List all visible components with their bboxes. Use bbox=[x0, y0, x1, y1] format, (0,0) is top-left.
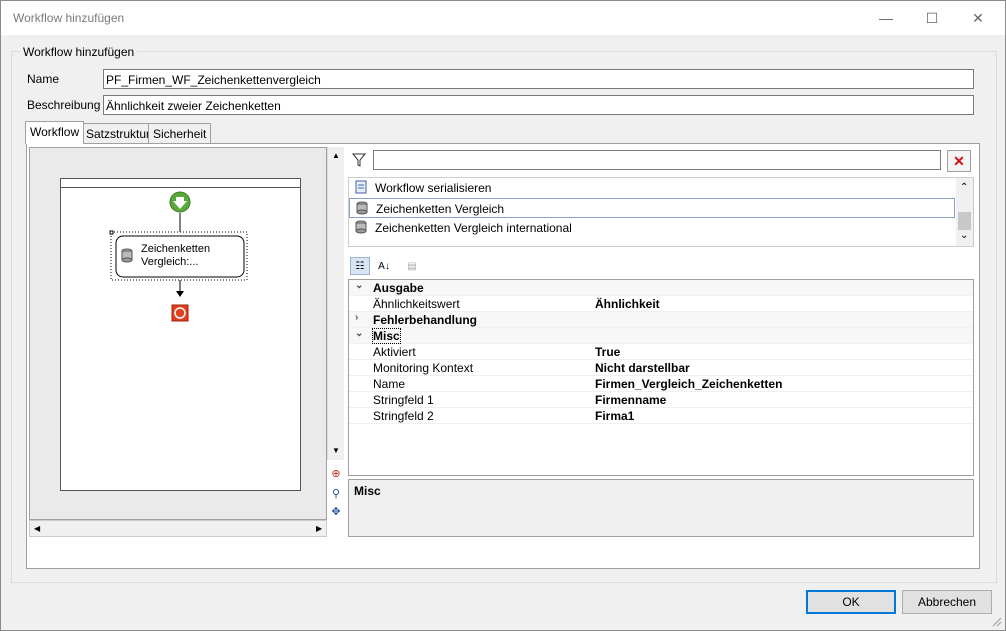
categorized-icon[interactable]: ☷ bbox=[350, 257, 370, 275]
name-label: Name bbox=[27, 72, 60, 86]
property-row[interactable]: Name Firmen_Vergleich_Zeichenketten bbox=[349, 376, 973, 392]
cancel-button[interactable]: Abbrechen bbox=[902, 590, 992, 614]
window-title: Workflow hinzufügen bbox=[13, 11, 125, 25]
pan-icon[interactable]: ✥ bbox=[329, 505, 343, 519]
binoculars-icon[interactable]: ⚲ bbox=[329, 487, 343, 501]
list-item-label: Zeichenketten Vergleich bbox=[376, 202, 505, 216]
connector-arrowhead bbox=[176, 291, 184, 297]
activity-label-line1: Zeichenketten bbox=[141, 243, 211, 255]
groupbox-legend: Workflow hinzufügen bbox=[20, 45, 138, 59]
property-pages-icon[interactable]: ▤ bbox=[402, 257, 422, 275]
property-grid-toolbar: ☷ A↓ ▤ bbox=[348, 253, 974, 279]
minimize-button[interactable]: — bbox=[863, 1, 909, 35]
selection-handle[interactable] bbox=[109, 230, 114, 235]
filter-icon bbox=[352, 153, 366, 167]
designer-vertical-scrollbar[interactable]: ▲ ▼ bbox=[327, 147, 344, 460]
document-icon bbox=[355, 180, 367, 194]
name-input[interactable]: PF_Firmen_WF_Zeichenkettenvergleich bbox=[103, 69, 974, 89]
property-row[interactable]: Stringfeld 2 Firma1 bbox=[349, 408, 973, 424]
zoom-icon[interactable]: ⊕ bbox=[329, 467, 343, 481]
start-arrow-icon[interactable] bbox=[169, 191, 191, 213]
collapse-icon[interactable]: ⌄ bbox=[355, 328, 363, 339]
property-row[interactable]: Aktiviert True bbox=[349, 344, 973, 360]
scroll-right-icon[interactable]: ▶ bbox=[316, 524, 322, 533]
stop-icon[interactable] bbox=[171, 304, 189, 322]
property-row[interactable]: Stringfeld 1 Firmenname bbox=[349, 392, 973, 408]
workflow-diagram bbox=[109, 191, 248, 322]
database-icon bbox=[121, 248, 133, 263]
property-category-misc[interactable]: ⌄ Misc bbox=[349, 328, 973, 344]
close-icon: ✕ bbox=[972, 9, 984, 26]
property-row[interactable]: Monitoring Kontext Nicht darstellbar bbox=[349, 360, 973, 376]
maximize-button[interactable]: ☐ bbox=[909, 1, 955, 35]
property-row[interactable]: Ähnlichkeitswert Ähnlichkeit bbox=[349, 296, 973, 312]
list-item-label: Zeichenketten Vergleich international bbox=[375, 221, 572, 235]
database-icon bbox=[356, 201, 368, 215]
scroll-up-icon[interactable]: ▲ bbox=[332, 151, 340, 160]
close-button[interactable]: ✕ bbox=[955, 1, 1001, 35]
collapse-icon[interactable]: ⌄ bbox=[355, 280, 363, 291]
description-input[interactable]: Ähnlichkeit zweier Zeichenketten bbox=[103, 95, 974, 115]
list-item[interactable]: Zeichenketten Vergleich international bbox=[349, 218, 955, 238]
list-item[interactable]: Zeichenketten Vergleich bbox=[349, 198, 955, 218]
scroll-thumb[interactable] bbox=[958, 212, 971, 230]
list-item[interactable]: Workflow serialisieren bbox=[349, 178, 955, 198]
scroll-down-icon[interactable]: ▼ bbox=[332, 446, 340, 455]
scroll-down-icon[interactable]: ⌄ bbox=[960, 230, 968, 241]
designer-horizontal-scrollbar[interactable]: ◀ ▶ bbox=[29, 520, 327, 537]
maximize-icon: ☐ bbox=[925, 9, 939, 26]
canvas-header bbox=[60, 178, 301, 188]
list-scrollbar[interactable]: ⌃ ⌄ bbox=[956, 178, 973, 246]
expand-icon[interactable]: › bbox=[355, 312, 358, 323]
database-icon bbox=[355, 220, 367, 234]
tab-sicherheit[interactable]: Sicherheit bbox=[148, 123, 212, 143]
title-bar: Workflow hinzufügen — ☐ ✕ bbox=[1, 1, 1005, 35]
list-item-label: Workflow serialisieren bbox=[375, 181, 492, 195]
tab-satzstruktur[interactable]: Satzstruktur bbox=[81, 123, 156, 143]
description-label: Beschreibung bbox=[27, 98, 101, 112]
property-description: Misc bbox=[348, 479, 974, 537]
activity-filter-input[interactable] bbox=[373, 150, 941, 170]
minimize-icon: — bbox=[879, 10, 893, 26]
sort-alphabetical-icon[interactable]: A↓ bbox=[374, 257, 394, 275]
scroll-left-icon[interactable]: ◀ bbox=[34, 524, 40, 533]
clear-icon: ✕ bbox=[953, 153, 965, 169]
property-category-fehlerbehandlung[interactable]: › Fehlerbehandlung bbox=[349, 312, 973, 328]
scroll-up-icon[interactable]: ⌃ bbox=[960, 182, 968, 193]
property-category-ausgabe[interactable]: ⌄ Ausgabe bbox=[349, 280, 973, 296]
resize-grip-icon[interactable] bbox=[990, 615, 1002, 627]
activity-label-line2: Vergleich:... bbox=[141, 256, 199, 268]
tab-workflow[interactable]: Workflow bbox=[25, 121, 85, 144]
ok-button[interactable]: OK bbox=[806, 590, 896, 614]
clear-filter-button[interactable]: ✕ bbox=[947, 150, 971, 172]
